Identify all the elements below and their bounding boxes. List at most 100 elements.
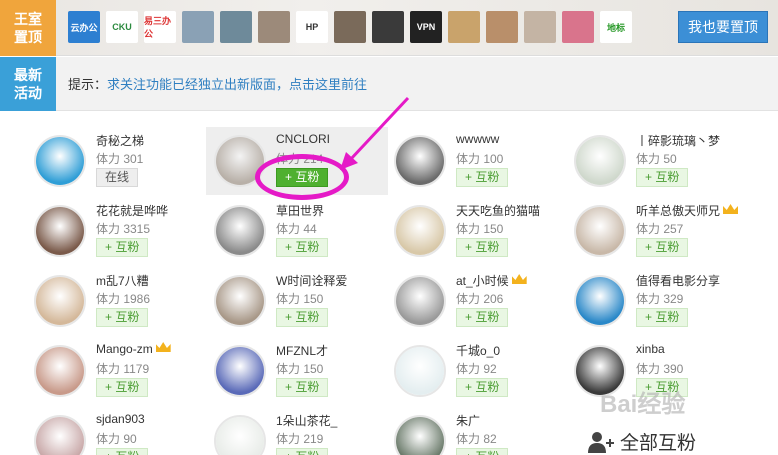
user-name-text: W时间诠释爱 [276, 274, 348, 288]
tip-bar: 提示： 求关注功能已经独立出新版面，点击这里前往 [56, 57, 778, 111]
stamina-count: 体力 50 [636, 152, 677, 166]
yun-office-logo[interactable]: 云办公 [68, 11, 100, 43]
all-mutual-button[interactable]: 全部互粉 [588, 428, 696, 455]
user-name[interactable]: 听羊总傲天师兄 [636, 202, 739, 219]
user-name-text: at_小时候 [456, 274, 509, 288]
avatar[interactable] [394, 205, 446, 257]
user-name[interactable]: 花花就是哗哗 [96, 202, 168, 219]
add-user-icon [588, 431, 614, 453]
avatar-4[interactable] [334, 11, 366, 43]
mutual-follow-button[interactable]: + 互粉 [456, 238, 509, 257]
avatar[interactable] [34, 135, 86, 187]
avatar-7[interactable] [486, 11, 518, 43]
avatar-3[interactable] [258, 11, 290, 43]
crown-icon [723, 204, 739, 214]
mutual-follow-button[interactable]: + 互粉 [636, 168, 689, 187]
mutual-follow-button[interactable]: + 互粉 [276, 238, 329, 257]
avatar[interactable] [214, 205, 266, 257]
user-name[interactable]: sjdan903 [96, 412, 145, 426]
avatar[interactable] [34, 205, 86, 257]
avatar[interactable] [34, 275, 86, 327]
avatar[interactable] [574, 275, 626, 327]
stamina-count: 体力 1179 [96, 362, 150, 376]
avatar-1[interactable] [182, 11, 214, 43]
royal-pin-tag[interactable]: 王室 置顶 [0, 0, 56, 56]
mutual-follow-button[interactable]: + 互粉 [456, 378, 509, 397]
tip-label: 提示： [68, 77, 108, 92]
avatar[interactable] [394, 275, 446, 327]
avatar[interactable] [574, 205, 626, 257]
user-name[interactable]: xinba [636, 342, 665, 356]
stamina-count: 体力 206 [456, 292, 504, 306]
stamina-count: 体力 150 [456, 222, 504, 236]
user-name[interactable]: 朱广 [456, 412, 480, 429]
avatar-6[interactable] [448, 11, 480, 43]
mutual-follow-button[interactable]: + 互粉 [636, 308, 689, 327]
mutual-follow-button[interactable]: + 互粉 [276, 308, 329, 327]
user-name-text: Mango-zm [96, 342, 153, 356]
hp-logo[interactable]: HP [296, 11, 328, 43]
avatar-5[interactable] [372, 11, 404, 43]
user-name[interactable]: 草田世界 [276, 202, 324, 219]
mutual-follow-button[interactable]: + 互粉 [456, 308, 509, 327]
vpn-logo[interactable]: VPN [410, 11, 442, 43]
avatar-9[interactable] [562, 11, 594, 43]
avatar[interactable] [214, 275, 266, 327]
user-name-text: CNCLORI [276, 132, 331, 146]
avatar-2[interactable] [220, 11, 252, 43]
user-card: 听羊总傲天师兄 体力 257 + 互粉 [566, 197, 748, 265]
mutual-follow-button[interactable]: + 互粉 [96, 308, 149, 327]
mutual-follow-button[interactable]: + 互粉 [636, 238, 689, 257]
mutual-follow-button[interactable]: + 互粉 [96, 238, 149, 257]
stamina-count: 体力 82 [456, 432, 497, 446]
user-name[interactable]: m乱7八糟 [96, 272, 149, 289]
user-name-text: 丨碎影琉璃丶梦 [636, 134, 721, 148]
annotation-ellipse [255, 154, 349, 200]
user-card: wwwww 体力 100 + 互粉 [386, 127, 568, 195]
user-card: 奇秘之梯 体力 301 在线 [26, 127, 208, 195]
mutual-follow-button[interactable]: + 互粉 [96, 378, 149, 397]
pinned-logos: 云办公 CKU 易三办公 HP VPN 地标 [68, 11, 632, 43]
cku-logo[interactable]: CKU [106, 11, 138, 43]
user-name[interactable]: at_小时候 [456, 272, 527, 289]
user-name-text: 花花就是哗哗 [96, 204, 169, 218]
avatar[interactable] [394, 415, 446, 455]
user-name[interactable]: 千城o_0 [456, 342, 500, 359]
pin-me-button[interactable]: 我也要置顶 [678, 11, 768, 43]
avatar[interactable] [574, 135, 626, 187]
stamina-count: 体力 301 [96, 152, 144, 166]
user-name[interactable]: 天天吃鱼的猫喵 [456, 202, 540, 219]
easy-office-logo[interactable]: 易三办公 [144, 11, 176, 43]
all-mutual-label: 全部互粉 [620, 433, 697, 454]
mutual-follow-button[interactable]: + 互粉 [276, 448, 329, 455]
avatar[interactable] [214, 345, 266, 397]
user-card: sjdan903 体力 90 + 互粉 [26, 407, 208, 455]
mutual-follow-button[interactable]: + 互粉 [456, 168, 509, 187]
tip-link[interactable]: 求关注功能已经独立出新版面，点击这里前往 [107, 74, 367, 93]
stamina-count: 体力 90 [96, 432, 137, 446]
user-card: W时间诠释爱 体力 150 + 互粉 [206, 267, 388, 335]
avatar[interactable] [34, 345, 86, 397]
user-name[interactable]: W时间诠释爱 [276, 272, 347, 289]
avatar[interactable] [34, 415, 86, 455]
avatar[interactable] [394, 135, 446, 187]
user-name-text: sjdan903 [96, 412, 145, 426]
latest-activity-tag[interactable]: 最新 活动 [0, 57, 56, 111]
user-name[interactable]: 值得看电影分享 [636, 272, 720, 289]
user-card: 丨碎影琉璃丶梦 体力 50 + 互粉 [566, 127, 748, 195]
avatar[interactable] [394, 345, 446, 397]
avatar[interactable] [214, 415, 266, 455]
mutual-follow-button[interactable]: + 互粉 [456, 448, 509, 455]
user-name[interactable]: Mango-zm [96, 342, 171, 356]
user-name[interactable]: CNCLORI [276, 132, 330, 146]
user-name[interactable]: wwwww [456, 132, 499, 146]
user-name[interactable]: MFZNL才 [276, 342, 328, 359]
ditan-logo[interactable]: 地标 [600, 11, 632, 43]
mutual-follow-button[interactable]: + 互粉 [96, 448, 149, 455]
avatar-8[interactable] [524, 11, 556, 43]
user-name[interactable]: 1朵山茶花_ [276, 412, 337, 429]
user-name[interactable]: 奇秘之梯 [96, 132, 144, 149]
user-name[interactable]: 丨碎影琉璃丶梦 [636, 132, 720, 149]
mutual-follow-button[interactable]: + 互粉 [276, 378, 329, 397]
user-name-text: 1朵山茶花_ [276, 414, 338, 428]
